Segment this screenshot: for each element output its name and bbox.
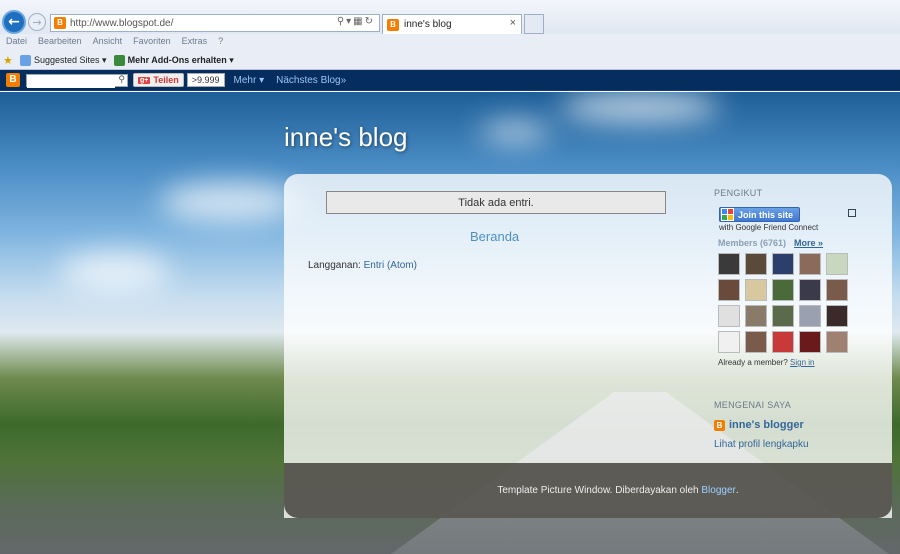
address-bar[interactable]: B http://www.blogspot.de/ ⚲▾▦↻: [50, 14, 380, 32]
member-avatar[interactable]: [826, 331, 848, 353]
blogger-link[interactable]: Blogger: [701, 485, 735, 496]
join-button-label: Join this site: [738, 209, 794, 220]
sign-in-link[interactable]: Sign in: [790, 358, 814, 367]
next-blog-link[interactable]: Nächstes Blog»: [276, 75, 346, 86]
member-avatar[interactable]: [718, 305, 740, 327]
more-addons-label: Mehr Add-Ons erhalten: [127, 55, 227, 65]
blog-search-input[interactable]: [27, 77, 115, 88]
members-row: Members (6761) More »: [718, 238, 884, 248]
profile-row: B inne's blogger: [714, 419, 884, 431]
footer-text: Template Picture Window. Diberdayakan ol…: [497, 485, 699, 496]
gfc-text: with Google Friend Connect: [719, 223, 819, 232]
followers-title: PENGIKUT: [714, 188, 763, 198]
blog-footer: Template Picture Window. Diberdayakan ol…: [284, 463, 892, 518]
tab-active[interactable]: B inne's blog ×: [382, 14, 522, 34]
blogger-favicon-icon: B: [387, 18, 399, 31]
sidebar: PENGIKUT Join this site with Google Frie…: [714, 188, 884, 450]
more-members-link[interactable]: More »: [794, 238, 823, 248]
join-site-button[interactable]: Join this site: [719, 207, 801, 222]
member-avatar[interactable]: [772, 305, 794, 327]
blogger-navbar: B ⚲ g+ Teilen >9.999 Mehr ▾ Nächstes Blo…: [0, 70, 900, 91]
menu-extras[interactable]: Extras: [182, 36, 208, 50]
page-icon: [20, 54, 31, 66]
subscribe-line: Langganan: Entri (Atom): [308, 260, 417, 271]
member-avatar[interactable]: [799, 331, 821, 353]
member-avatar[interactable]: [745, 279, 767, 301]
more-addons[interactable]: Mehr Add-Ons erhalten ▾: [113, 54, 234, 66]
member-avatar[interactable]: [799, 305, 821, 327]
blogger-logo-icon[interactable]: B: [6, 73, 20, 87]
member-avatar[interactable]: [772, 331, 794, 353]
member-avatar[interactable]: [718, 279, 740, 301]
close-tab-icon[interactable]: ×: [510, 17, 516, 29]
member-avatar[interactable]: [826, 279, 848, 301]
forward-button[interactable]: →: [28, 13, 46, 31]
menu-favoriten[interactable]: Favoriten: [133, 36, 171, 50]
member-avatar[interactable]: [745, 331, 767, 353]
member-avatar[interactable]: [745, 305, 767, 327]
blog-search[interactable]: ⚲: [26, 73, 128, 88]
member-avatar[interactable]: [718, 253, 740, 275]
background-cloud: [160, 182, 300, 222]
search-icon[interactable]: ⚲: [118, 75, 125, 85]
new-tab-button[interactable]: [524, 14, 544, 34]
browser-chrome: ← → B http://www.blogspot.de/ ⚲▾▦↻ B inn…: [0, 0, 900, 116]
address-tools-icon[interactable]: ⚲▾▦↻: [337, 16, 375, 27]
suggested-sites[interactable]: Suggested Sites ▾: [20, 54, 107, 66]
addon-icon: [113, 54, 125, 66]
share-button[interactable]: g+ Teilen: [133, 73, 184, 87]
popout-icon[interactable]: [848, 209, 856, 217]
background-cloud: [60, 252, 170, 292]
home-link[interactable]: Beranda: [470, 229, 519, 244]
tab-title: inne's blog: [404, 19, 452, 30]
gfc-icon: [721, 208, 734, 221]
about-title: MENGENAI SAYA: [714, 400, 792, 410]
menu-bearbeiten[interactable]: Bearbeiten: [38, 36, 82, 50]
google-plus-icon: g+: [138, 76, 151, 84]
members-count: Members (6761): [718, 238, 787, 248]
blogger-profile-icon: B: [714, 419, 725, 431]
suggested-sites-label: Suggested Sites: [34, 55, 100, 65]
menu-ansicht[interactable]: Ansicht: [93, 36, 123, 50]
join-row: Join this site: [714, 207, 884, 222]
background-cloud: [480, 122, 550, 142]
address-url[interactable]: http://www.blogspot.de/: [70, 18, 173, 29]
background-cloud: [560, 92, 720, 122]
blog-page: inne's blog Tidak ada entri. Beranda Lan…: [0, 92, 900, 554]
more-label: Mehr: [233, 74, 257, 86]
menu-datei[interactable]: Datei: [6, 36, 27, 50]
menu-bar: Datei Bearbeiten Ansicht Favoriten Extra…: [0, 36, 900, 50]
member-avatar[interactable]: [772, 279, 794, 301]
navigation-row: ← → B http://www.blogspot.de/ ⚲▾▦↻ B inn…: [0, 0, 900, 34]
member-avatar[interactable]: [718, 331, 740, 353]
share-label: Teilen: [153, 75, 179, 85]
about-section: MENGENAI SAYA B inne's blogger Lihat pro…: [714, 400, 884, 450]
favorites-bar: ★ Suggested Sites ▾ Mehr Add-Ons erhalte…: [0, 52, 900, 116]
atom-feed-link[interactable]: Entri (Atom): [364, 260, 417, 271]
menu-help[interactable]: ?: [218, 36, 223, 50]
no-entries-box: Tidak ada entri.: [326, 191, 666, 214]
already-member-label: Already a member?: [718, 358, 788, 367]
favorites-star-icon[interactable]: ★: [3, 55, 14, 66]
blogger-favicon-icon: B: [54, 17, 66, 29]
member-avatar[interactable]: [745, 253, 767, 275]
member-avatar[interactable]: [772, 253, 794, 275]
blog-title[interactable]: inne's blog: [284, 122, 408, 153]
back-button[interactable]: ←: [2, 10, 26, 34]
already-member: Already a member? Sign in: [718, 358, 884, 367]
more-menu[interactable]: Mehr ▾: [234, 75, 265, 86]
member-avatar[interactable]: [799, 279, 821, 301]
member-avatar[interactable]: [826, 253, 848, 275]
full-profile-link[interactable]: Lihat profil lengkapku: [714, 439, 884, 450]
member-avatar[interactable]: [826, 305, 848, 327]
subscribe-label: Langganan:: [308, 260, 361, 271]
share-count: >9.999: [186, 73, 225, 87]
member-avatar[interactable]: [799, 253, 821, 275]
member-avatars: [718, 253, 884, 353]
footer-suffix: .: [735, 485, 739, 496]
profile-name-link[interactable]: inne's blogger: [729, 419, 804, 431]
